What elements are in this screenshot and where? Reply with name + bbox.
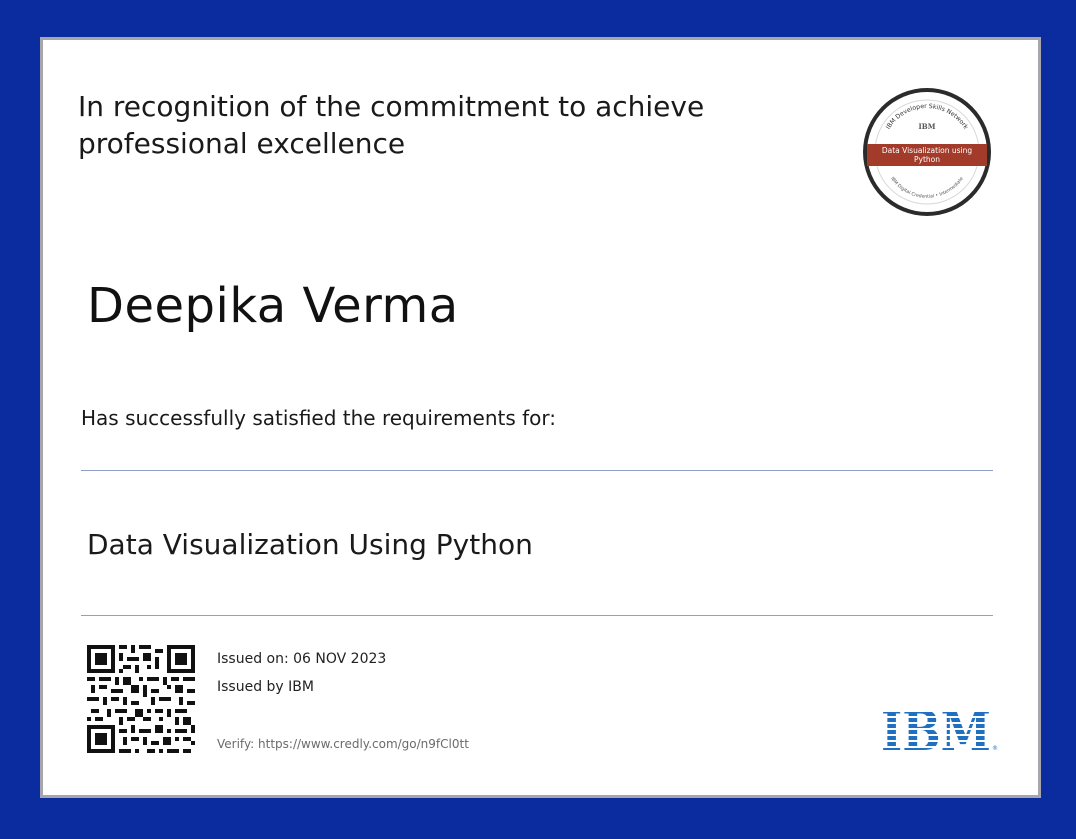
- divider-top: [81, 470, 993, 471]
- ibm-logo-text: IBM: [881, 706, 991, 754]
- requirements-statement: Has successfully satisfied the requireme…: [81, 406, 557, 430]
- recipient-name: Deepika Verma: [87, 278, 459, 334]
- svg-text:®: ®: [992, 745, 998, 752]
- issued-on: Issued on: 06 NOV 2023: [217, 651, 387, 667]
- recognition-text: In recognition of the commitment to achi…: [78, 88, 778, 162]
- qr-code[interactable]: [87, 645, 195, 753]
- certificate-page: In recognition of the commitment to achi…: [40, 37, 1041, 798]
- issue-info: Issued on: 06 NOV 2023 Issued by IBM: [217, 645, 386, 701]
- ibm-logo: IBM ®: [881, 706, 998, 754]
- badge-ribbon-line-1: Data Visualization using: [882, 146, 973, 155]
- credential-badge: IBM Developer Skills Network IBM Data Vi…: [863, 88, 991, 216]
- badge-brand: IBM: [919, 122, 936, 131]
- recognition-line-2: professional excellence: [78, 127, 406, 160]
- badge-ribbon-line-2: Python: [914, 155, 940, 164]
- divider-bottom: [81, 615, 993, 616]
- course-title: Data Visualization Using Python: [87, 528, 533, 561]
- verify-link[interactable]: Verify: https://www.credly.com/go/n9fCl0…: [217, 737, 469, 751]
- issued-by: Issued by IBM: [217, 679, 314, 695]
- recognition-line-1: In recognition of the commitment to achi…: [78, 90, 705, 123]
